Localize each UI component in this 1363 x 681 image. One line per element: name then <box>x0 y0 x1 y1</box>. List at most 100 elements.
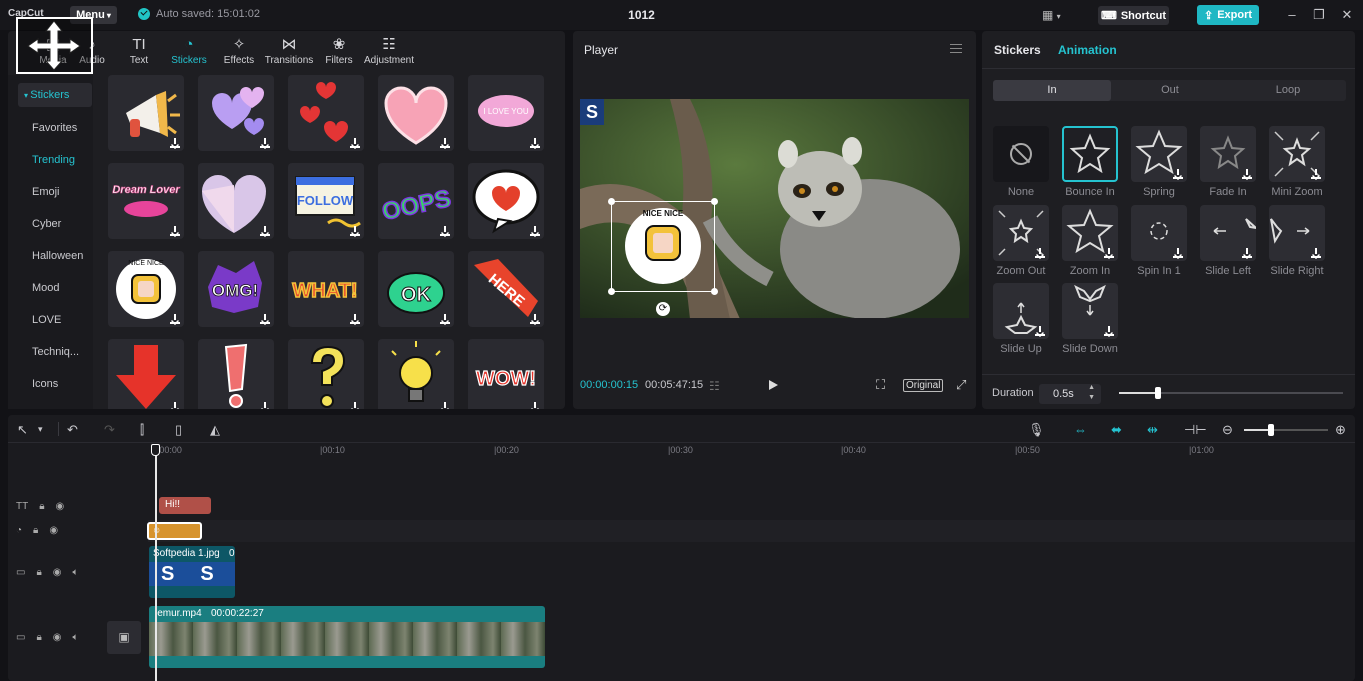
download-icon[interactable] <box>1311 169 1321 179</box>
tab-text[interactable]: TI Text <box>112 31 166 71</box>
redo-icon[interactable]: ↷ <box>104 422 115 438</box>
sticker-follow[interactable]: FOLLOW <box>288 163 364 239</box>
download-icon[interactable] <box>530 226 540 236</box>
lock-icon[interactable]: 🔒︎ <box>36 632 41 643</box>
anim-spring[interactable] <box>1131 126 1187 182</box>
anim-slide-left[interactable] <box>1200 205 1260 261</box>
lock-icon[interactable]: 🔒︎ <box>36 567 41 578</box>
download-icon[interactable] <box>350 402 360 409</box>
preview-axis-icon[interactable]: ⊣⊢ <box>1184 422 1207 438</box>
eye-icon[interactable]: ◉ <box>49 525 58 536</box>
sticker-exclamation[interactable] <box>198 339 274 409</box>
anim-zoom-out[interactable] <box>993 205 1049 261</box>
stickers-section-header[interactable]: ▾ Stickers <box>18 83 92 107</box>
video-clip[interactable]: lemur.mp4 00:00:22:27 <box>149 606 545 668</box>
eye-icon[interactable]: ◉ <box>56 501 65 512</box>
category-trending[interactable]: Trending <box>18 148 92 172</box>
anim-slide-down[interactable] <box>1062 283 1118 339</box>
download-icon[interactable] <box>1035 326 1045 336</box>
playhead-handle[interactable] <box>151 444 160 456</box>
download-icon[interactable] <box>350 226 360 236</box>
delete-icon[interactable]: ▯ <box>175 422 182 438</box>
resize-handle[interactable] <box>608 198 615 205</box>
original-ratio-button[interactable]: Original <box>903 379 944 392</box>
category-techniq[interactable]: Techniq... <box>18 340 92 364</box>
maximize-icon[interactable]: ❐ <box>1311 7 1327 23</box>
sticker-omg[interactable]: OMG! <box>198 251 274 327</box>
download-icon[interactable] <box>260 138 270 148</box>
slider-knob[interactable] <box>1155 387 1161 399</box>
volume-icon[interactable]: 🔈︎ <box>73 632 79 643</box>
download-icon[interactable] <box>260 226 270 236</box>
sticker-nice-thumb[interactable]: NICE NICE <box>108 251 184 327</box>
download-icon[interactable] <box>1035 248 1045 258</box>
download-icon[interactable] <box>170 402 180 409</box>
category-mood[interactable]: Mood <box>18 276 92 300</box>
download-icon[interactable] <box>1311 248 1321 258</box>
volume-icon[interactable]: 🔈︎ <box>73 567 79 578</box>
timeline-grid-icon[interactable]: ☷ <box>709 379 720 393</box>
resize-handle[interactable] <box>711 288 718 295</box>
play-icon[interactable] <box>769 380 778 390</box>
download-icon[interactable] <box>440 402 450 409</box>
category-icons[interactable]: Icons <box>18 372 92 396</box>
download-icon[interactable] <box>440 138 450 148</box>
anim-fade-in[interactable] <box>1200 126 1256 182</box>
export-button[interactable]: ⇪ Export <box>1197 5 1259 25</box>
eye-icon[interactable]: ◉ <box>53 632 62 643</box>
sticker-ok[interactable]: OK <box>378 251 454 327</box>
sticker-question[interactable] <box>288 339 364 409</box>
lock-icon[interactable]: 🔒︎ <box>33 525 38 536</box>
snap-icon[interactable]: ⇹ <box>1147 422 1158 438</box>
sticker-dream-lover[interactable]: Dream Lover <box>108 163 184 239</box>
image-clip[interactable]: Softpedia 1.jpg 0 SS <box>149 546 235 598</box>
tab-transitions[interactable]: ⋈ Transitions <box>265 31 314 71</box>
download-icon[interactable] <box>1242 169 1252 179</box>
undo-icon[interactable]: ↶ <box>67 422 78 438</box>
shortcut-button[interactable]: ⌨ Shortcut <box>1098 6 1169 25</box>
sticker-red-hearts[interactable] <box>288 75 364 151</box>
video-preview[interactable]: S NICE NICE ⟳ <box>580 99 969 318</box>
sticker-red-arrow[interactable] <box>108 339 184 409</box>
anim-none[interactable] <box>993 126 1049 182</box>
sticker-selection-box[interactable]: NICE NICE ⟳ <box>608 198 718 316</box>
segment-out[interactable]: Out <box>1111 80 1229 101</box>
link-clips-icon[interactable]: ⇔ <box>1074 422 1087 437</box>
menu-icon[interactable] <box>950 44 962 53</box>
minimize-icon[interactable]: – <box>1284 7 1300 22</box>
magnet-icon[interactable]: ⬌ <box>1111 422 1122 438</box>
tab-filters[interactable]: ❀ Filters <box>312 31 366 71</box>
sticker-i-love-you[interactable]: I LOVE YOU <box>468 75 544 151</box>
zoom-knob[interactable] <box>1268 424 1274 436</box>
microphone-icon[interactable]: 🎙 <box>1028 422 1045 438</box>
close-icon[interactable]: ✕ <box>1339 7 1355 23</box>
download-icon[interactable] <box>1104 326 1114 336</box>
sticker-wow[interactable]: WOW! <box>468 339 544 409</box>
download-icon[interactable] <box>350 138 360 148</box>
sticker-megaphone[interactable] <box>108 75 184 151</box>
mirror-icon[interactable]: ◭ <box>210 422 220 438</box>
duration-slider[interactable] <box>1119 387 1343 399</box>
anim-zoom-in[interactable] <box>1062 205 1118 261</box>
download-icon[interactable] <box>530 138 540 148</box>
layout-icon[interactable]: ▦ ▾ <box>1042 8 1061 22</box>
playhead[interactable] <box>155 445 157 681</box>
download-icon[interactable] <box>1173 169 1183 179</box>
category-emoji[interactable]: Emoji <box>18 180 92 204</box>
fullscreen-icon[interactable]: ⤢ <box>956 377 966 393</box>
segment-loop[interactable]: Loop <box>1229 80 1347 101</box>
fullscreen-crop-icon[interactable]: ⛶ <box>876 377 885 393</box>
category-halloween[interactable]: Halloween <box>18 244 92 268</box>
category-favorites[interactable]: Favorites <box>18 116 92 140</box>
anim-mini-zoom[interactable] <box>1269 126 1325 182</box>
sticker-lightbulb[interactable] <box>378 339 454 409</box>
download-icon[interactable] <box>350 314 360 324</box>
download-icon[interactable] <box>530 402 540 409</box>
resize-handle[interactable] <box>711 198 718 205</box>
eye-icon[interactable]: ◉ <box>53 567 62 578</box>
anim-slide-up[interactable] <box>993 283 1049 339</box>
sticker-crystal-heart[interactable] <box>198 163 274 239</box>
tab-stickers[interactable]: ◔ Stickers <box>166 31 212 71</box>
download-icon[interactable] <box>260 402 270 409</box>
download-icon[interactable] <box>170 138 180 148</box>
